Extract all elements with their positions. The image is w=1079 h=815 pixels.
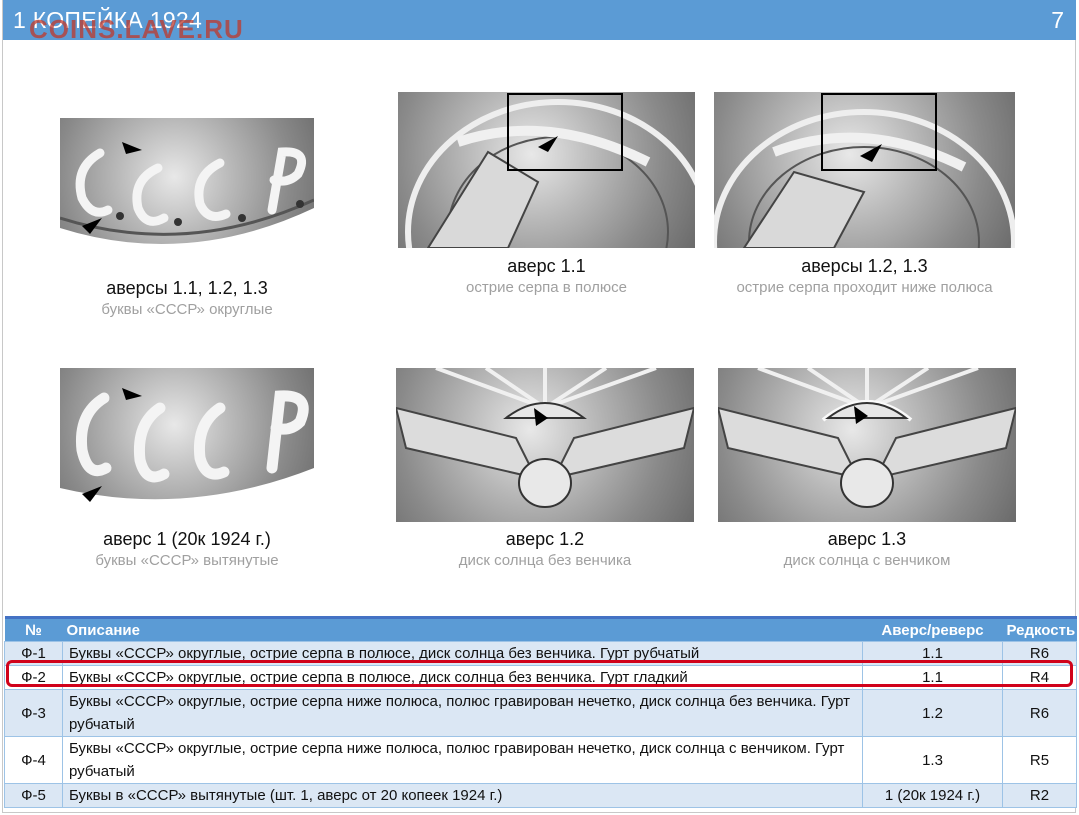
table-header-row: № Описание Аверс/реверс Редкость — [4, 616, 1077, 642]
cccp-letters-photo-icon — [60, 368, 314, 510]
figure-caption-3: аверсы 1.2, 1.3 острие серпа проходит ни… — [714, 256, 1015, 296]
row-number: Ф-5 — [4, 783, 63, 808]
caption-main: аверс 1.2 — [505, 529, 585, 549]
caption-main: аверс 1.3 — [827, 529, 907, 549]
watermark: COINS.LAVE.RU — [29, 14, 244, 44]
row-number: Ф-1 — [4, 641, 63, 666]
row-description: Буквы «СССР» округлые, острие серпа ниже… — [62, 736, 863, 784]
caption-sub: острие серпа в полюсе — [466, 279, 627, 296]
caption-sub: диск солнца без венчика — [458, 552, 632, 569]
cccp-letters-photo-icon — [60, 118, 314, 265]
figure-caption-4: аверс 1 (20к 1924 г.) буквы «СССР» вытян… — [62, 529, 312, 569]
title-bar: 1 КОПЕЙКА 1924 COINS.LAVE.RU 7 — [3, 0, 1076, 44]
caption-sub: буквы «СССР» вытянутые — [95, 552, 279, 569]
row-description: Буквы «СССР» округлые, острие серпа в по… — [62, 665, 863, 690]
figure-caption-5: аверс 1.2 диск солнца без венчика — [396, 529, 694, 569]
page-number: 7 — [1051, 7, 1064, 33]
col-header-number: № — [4, 616, 63, 642]
row-description: Буквы «СССР» округлые, острие серпа в по… — [62, 641, 863, 666]
caption-sub: острие серпа проходит ниже полюса — [736, 279, 993, 296]
globe-sickle-photo-icon — [398, 92, 695, 248]
col-header-avers: Аверс/реверс — [862, 616, 1003, 642]
col-header-description: Описание — [62, 616, 863, 642]
table-row: Ф-5 Буквы в «СССР» вытянутые (шт. 1, аве… — [4, 783, 1077, 808]
row-rarity: R2 — [1002, 783, 1077, 808]
row-description: Буквы «СССР» округлые, острие серпа ниже… — [62, 689, 863, 737]
table-row: Ф-4 Буквы «СССР» округлые, острие серпа … — [4, 736, 1077, 784]
caption-main: аверсы 1.2, 1.3 — [801, 256, 928, 276]
table-row-highlighted: Ф-2 Буквы «СССР» округлые, острие серпа … — [4, 665, 1077, 690]
row-avers: 1.3 — [862, 736, 1003, 784]
row-description: Буквы в «СССР» вытянутые (шт. 1, аверс о… — [62, 783, 863, 808]
globe-sickle-photo-icon — [714, 92, 1015, 248]
col-header-rarity: Редкость — [1002, 616, 1077, 642]
sun-ribbon-photo-icon — [396, 368, 694, 522]
row-number: Ф-4 — [4, 736, 63, 784]
row-rarity: R4 — [1002, 665, 1077, 690]
row-avers: 1.1 — [862, 665, 1003, 690]
row-number: Ф-3 — [4, 689, 63, 737]
caption-main: аверсы 1.1, 1.2, 1.3 — [106, 278, 268, 298]
rarity-table: № Описание Аверс/реверс Редкость Ф-1 Бук… — [4, 616, 1077, 808]
row-number: Ф-2 — [4, 665, 63, 690]
caption-main: аверс 1.1 — [507, 256, 586, 276]
sun-ribbon-photo-icon — [718, 368, 1016, 522]
row-rarity: R6 — [1002, 641, 1077, 666]
figure-caption-6: аверс 1.3 диск солнца с венчиком — [718, 529, 1016, 569]
table-row: Ф-1 Буквы «СССР» округлые, острие серпа … — [4, 641, 1077, 666]
figure-caption-2: аверс 1.1 острие серпа в полюсе — [398, 256, 695, 296]
caption-main: аверс 1 (20к 1924 г.) — [103, 529, 271, 549]
row-rarity: R6 — [1002, 689, 1077, 737]
figure-caption-1: аверсы 1.1, 1.2, 1.3 буквы «СССР» округл… — [62, 278, 312, 318]
caption-sub: буквы «СССР» округлые — [101, 301, 273, 318]
row-avers: 1.1 — [862, 641, 1003, 666]
row-avers: 1.2 — [862, 689, 1003, 737]
table-row: Ф-3 Буквы «СССР» округлые, острие серпа … — [4, 689, 1077, 737]
caption-sub: диск солнца с венчиком — [783, 552, 951, 569]
row-avers: 1 (20к 1924 г.) — [862, 783, 1003, 808]
row-rarity: R5 — [1002, 736, 1077, 784]
